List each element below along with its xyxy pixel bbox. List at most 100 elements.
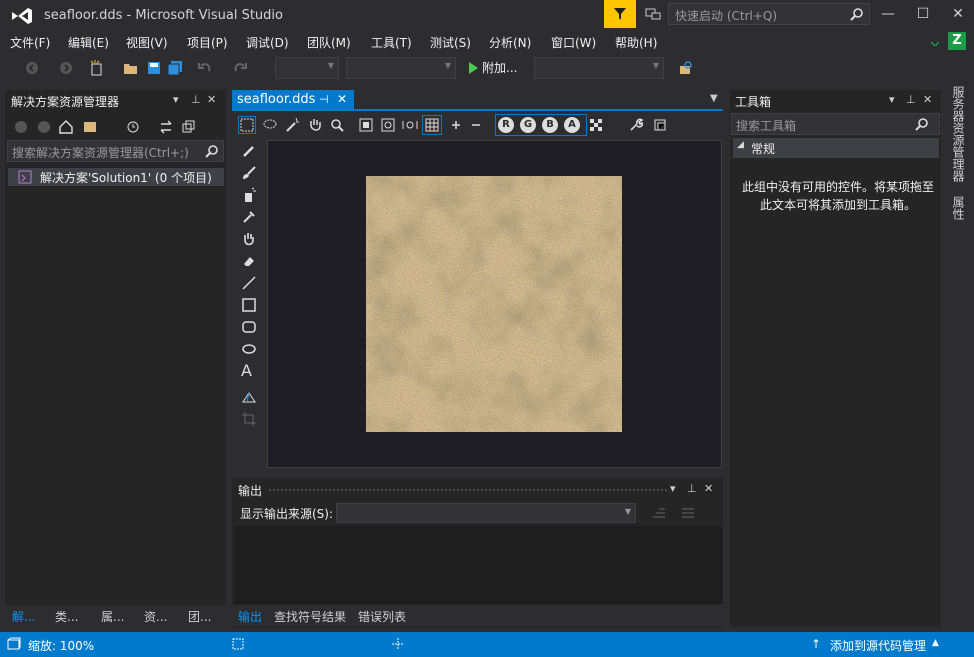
save-all-icon[interactable]: [167, 60, 183, 76]
tab-find-symbol-results[interactable]: 查找符号结果: [274, 608, 346, 625]
clear-all-icon[interactable]: [680, 505, 696, 521]
menu-test[interactable]: 测试(S): [430, 34, 471, 51]
zoom-fit-icon[interactable]: [380, 117, 396, 133]
back-icon[interactable]: [13, 119, 29, 135]
output-text-area[interactable]: [234, 526, 722, 604]
quick-launch-input[interactable]: 快速启动 (Ctrl+Q): [668, 3, 870, 25]
airbrush-icon[interactable]: [241, 187, 257, 203]
tab-server-explorer[interactable]: 服务器资源管理器: [950, 86, 967, 182]
output-window-icon[interactable]: [7, 637, 21, 651]
toolbox-search-input[interactable]: 搜索工具箱: [731, 113, 940, 135]
close-button[interactable]: ✕: [950, 6, 966, 22]
blue-channel-button[interactable]: B: [542, 117, 558, 133]
menu-edit[interactable]: 编辑(E): [68, 34, 109, 51]
tab-error-list[interactable]: 错误列表: [358, 608, 406, 625]
pencil-icon[interactable]: [241, 143, 257, 159]
solution-platform-combo[interactable]: ▼: [346, 57, 456, 79]
document-list-dropdown-icon[interactable]: ▼: [710, 93, 718, 104]
menu-team[interactable]: 团队(M): [307, 34, 351, 51]
tab-seafloor-dds[interactable]: seafloor.dds ⊣ ✕: [232, 90, 354, 110]
lasso-select-icon[interactable]: [262, 117, 278, 133]
tab-team[interactable]: 团...: [188, 608, 211, 625]
notifications-icon[interactable]: [644, 6, 662, 22]
grid-toggle-icon[interactable]: [422, 115, 442, 135]
account-badge[interactable]: Z: [948, 32, 966, 50]
forward-icon[interactable]: [36, 119, 52, 135]
menu-analyze[interactable]: 分析(N): [489, 34, 531, 51]
tab-properties-side[interactable]: 属性: [950, 196, 967, 220]
close-panel-icon[interactable]: ✕: [207, 93, 216, 106]
minimize-button[interactable]: —: [880, 6, 896, 22]
zoom-width-icon[interactable]: [402, 117, 418, 133]
close-tab-icon[interactable]: ✕: [337, 92, 347, 106]
toolbox-group-general[interactable]: ◢ 常规: [733, 138, 939, 158]
menu-tools[interactable]: 工具(T): [371, 34, 412, 51]
ellipse-tool-icon[interactable]: [241, 341, 257, 357]
menu-help[interactable]: 帮助(H): [615, 34, 657, 51]
advanced-options-icon[interactable]: [652, 117, 668, 133]
navigate-back-icon[interactable]: [24, 60, 40, 76]
seafloor-texture-image[interactable]: [366, 176, 622, 432]
attach-button[interactable]: 附加...: [482, 59, 517, 76]
sync-icon[interactable]: [158, 119, 174, 135]
crop-tool-icon[interactable]: [241, 411, 257, 427]
output-source-combo[interactable]: ▼: [336, 503, 636, 523]
pin-icon[interactable]: ⊥: [687, 482, 697, 495]
text-tool-icon[interactable]: A: [241, 363, 257, 379]
zoom-actual-size-icon[interactable]: [358, 117, 374, 133]
flag-dropdown-icon[interactable]: [931, 38, 939, 46]
pin-tab-icon[interactable]: ⊣: [319, 93, 329, 106]
redo-icon[interactable]: [232, 60, 248, 76]
tab-class-view[interactable]: 类...: [55, 608, 78, 625]
pan-hand-icon[interactable]: [307, 117, 323, 133]
chevron-up-icon[interactable]: ▲: [932, 638, 939, 648]
tab-output[interactable]: 输出: [238, 608, 262, 625]
menu-debug[interactable]: 调试(D): [246, 34, 289, 51]
home-icon[interactable]: [58, 119, 74, 135]
undo-icon[interactable]: [197, 60, 213, 76]
zoom-icon[interactable]: [329, 117, 345, 133]
rounded-rectangle-tool-icon[interactable]: [241, 319, 257, 335]
rotate-tool-icon[interactable]: [241, 389, 257, 405]
alpha-channel-button[interactable]: A: [564, 117, 580, 133]
collapse-all-icon[interactable]: [180, 119, 196, 135]
pin-icon[interactable]: ⊥: [191, 93, 201, 106]
tab-solution-explorer[interactable]: 解...: [12, 608, 35, 625]
rectangle-tool-icon[interactable]: [241, 297, 257, 313]
solution-root-item[interactable]: 解决方案'Solution1' (0 个项目): [8, 168, 224, 186]
menu-file[interactable]: 文件(F): [10, 34, 50, 51]
add-to-source-control-button[interactable]: 添加到源代码管理: [830, 637, 926, 654]
zoom-out-icon[interactable]: [468, 117, 484, 133]
checkerboard-background-icon[interactable]: [588, 117, 604, 133]
eraser-icon[interactable]: [241, 253, 257, 269]
eyedropper-icon[interactable]: [241, 209, 257, 225]
switch-views-icon[interactable]: [82, 119, 98, 135]
red-channel-button[interactable]: R: [498, 117, 514, 133]
menu-project[interactable]: 项目(P): [187, 34, 228, 51]
solution-configuration-combo[interactable]: ▼: [275, 57, 339, 79]
maximize-button[interactable]: ☐: [915, 6, 931, 22]
pending-changes-icon[interactable]: [125, 119, 141, 135]
menu-window[interactable]: 窗口(W): [551, 34, 596, 51]
panel-menu-icon[interactable]: ▾: [173, 93, 179, 106]
line-tool-icon[interactable]: [241, 275, 257, 291]
tab-resources[interactable]: 资...: [144, 608, 167, 625]
magic-wand-icon[interactable]: [284, 117, 300, 133]
menu-view[interactable]: 视图(V): [126, 34, 168, 51]
wrench-icon[interactable]: [628, 117, 644, 133]
feedback-filter-button[interactable]: [604, 0, 636, 28]
brush-icon[interactable]: [241, 165, 257, 181]
start-play-icon[interactable]: [465, 60, 481, 76]
fill-hand-icon[interactable]: [241, 231, 257, 247]
panel-menu-icon[interactable]: ▾: [889, 93, 895, 106]
close-panel-icon[interactable]: ✕: [704, 482, 713, 495]
save-icon[interactable]: [146, 60, 162, 76]
pin-icon[interactable]: ⊥: [906, 93, 916, 106]
select-rect-icon[interactable]: [238, 116, 256, 134]
zoom-in-icon[interactable]: [448, 117, 464, 133]
navigate-forward-icon[interactable]: [58, 60, 74, 76]
close-panel-icon[interactable]: ✕: [923, 93, 932, 106]
green-channel-button[interactable]: G: [520, 117, 536, 133]
find-in-files-icon[interactable]: [678, 60, 694, 76]
tab-properties[interactable]: 属...: [101, 608, 124, 625]
